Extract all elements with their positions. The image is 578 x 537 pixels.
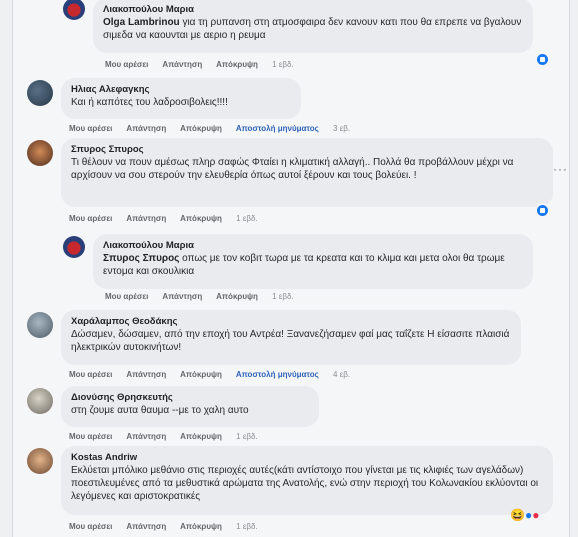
avatar[interactable] xyxy=(27,388,53,414)
avatar[interactable] xyxy=(63,0,85,20)
comment-actions: Μου αρέσει Απάντηση Απόκρυψη 1 εβδ. xyxy=(105,60,306,69)
comment-author[interactable]: Σπυρος Σπυρος xyxy=(71,143,543,156)
send-message-link[interactable]: Αποστολή μηνύματος xyxy=(236,370,319,379)
avatar[interactable] xyxy=(27,448,53,474)
comment-text: Δώσαμεν, δώσαμεν, από την εποχή του Αντρ… xyxy=(71,329,510,353)
timestamp[interactable]: 1 εβδ. xyxy=(236,432,258,441)
avatar[interactable] xyxy=(63,236,85,258)
comment-bubble: Σπυρος Σπυρος Τι θέλουν να πουν αμέσως π… xyxy=(61,138,553,207)
comment-bubble: Kostas Andriw Εκλύεται μπόλικο μεθάνιο σ… xyxy=(61,446,553,515)
reply-button[interactable]: Απάντηση xyxy=(126,214,166,223)
comment-bubble: Χαράλαμπος Θεοδάκης Δώσαμεν, δώσαμεν, απ… xyxy=(61,310,521,365)
like-button[interactable]: Μου αρέσει xyxy=(69,214,112,223)
reactions-summary[interactable]: 😆●● xyxy=(510,508,539,522)
reply-button[interactable]: Απάντηση xyxy=(126,370,166,379)
mention-link[interactable]: Σπυρος Σπυρος xyxy=(103,253,182,264)
like-button[interactable]: Μου αρέσει xyxy=(69,370,112,379)
comment-text: Εκλύεται μπόλικο μεθάνιο στις περιοχές α… xyxy=(71,465,539,502)
timestamp[interactable]: 1 εβδ. xyxy=(272,292,294,301)
reaction-icon[interactable] xyxy=(535,52,550,67)
hide-button[interactable]: Απόκρυψη xyxy=(216,292,258,301)
laugh-reaction-icon: 😆 xyxy=(510,508,525,522)
mention-link[interactable]: Olga Lambrinou xyxy=(103,17,182,28)
like-button[interactable]: Μου αρέσει xyxy=(105,60,148,69)
comment-actions: Μου αρέσει Απάντηση Απόκρυψη 1 εβδ. xyxy=(105,292,306,301)
comment-text: Τι θέλουν να πουν αμέσως πληρ σαφώς Φταί… xyxy=(71,157,514,181)
love-reaction-icon: ● xyxy=(532,508,540,522)
comment-actions: Μου αρέσει Απάντηση Απόκρυψη 1 εβδ. xyxy=(69,432,270,441)
comment-author[interactable]: Kostas Andriw xyxy=(71,451,543,464)
comment-bubble: Ηλιας Αλεφαγκης Και ή καπότες του λαδροσ… xyxy=(61,78,301,119)
hide-button[interactable]: Απόκρυψη xyxy=(180,370,222,379)
like-button[interactable]: Μου αρέσει xyxy=(69,124,112,133)
timestamp[interactable]: 4 εβ. xyxy=(333,370,350,379)
reply-button[interactable]: Απάντηση xyxy=(162,60,202,69)
comment-text: στη ζουμε αυτα θαυμα --με το χαλη αυτο xyxy=(71,405,249,416)
comment-author[interactable]: Λιακοπούλου Μαρια xyxy=(103,3,523,16)
comment-author[interactable]: Διονύσης Θρησκευτής xyxy=(71,391,309,404)
comment-actions: Μου αρέσει Απάντηση Απόκρυψη Αποστολή μη… xyxy=(69,370,362,379)
comment-bubble: Λιακοπούλου Μαρια Σπυρος Σπυρος οπως με … xyxy=(93,234,533,289)
more-options-icon[interactable]: ··· xyxy=(553,162,568,176)
timestamp[interactable]: 1 εβδ. xyxy=(236,522,258,531)
hide-button[interactable]: Απόκρυψη xyxy=(216,60,258,69)
timestamp[interactable]: 1 εβδ. xyxy=(272,60,294,69)
reply-button[interactable]: Απάντηση xyxy=(162,292,202,301)
comment-bubble: Λιακοπούλου Μαρια Olga Lambrinou για τη … xyxy=(93,0,533,53)
comment-text: Και ή καπότες του λαδροσιβολεις!!!! xyxy=(71,97,228,108)
hide-button[interactable]: Απόκρυψη xyxy=(180,432,222,441)
hide-button[interactable]: Απόκρυψη xyxy=(180,214,222,223)
avatar[interactable] xyxy=(27,140,53,166)
send-message-link[interactable]: Αποστολή μηνύματος xyxy=(236,124,319,133)
timestamp[interactable]: 3 εβ. xyxy=(333,124,350,133)
reply-button[interactable]: Απάντηση xyxy=(126,432,166,441)
like-button[interactable]: Μου αρέσει xyxy=(105,292,148,301)
comment-actions: Μου αρέσει Απάντηση Απόκρυψη 1 εβδ. xyxy=(69,214,270,223)
reply-button[interactable]: Απάντηση xyxy=(126,124,166,133)
comment-bubble: Διονύσης Θρησκευτής στη ζουμε αυτα θαυμα… xyxy=(61,386,319,427)
comment-actions: Μου αρέσει Απάντηση Απόκρυψη Αποστολή μη… xyxy=(69,124,362,133)
comments-panel: Λιακοπούλου Μαρια Olga Lambrinou για τη … xyxy=(12,0,570,537)
comment-actions: Μου αρέσει Απάντηση Απόκρυψη 1 εβδ. xyxy=(69,522,270,531)
avatar[interactable] xyxy=(27,312,53,338)
avatar[interactable] xyxy=(27,80,53,106)
like-button[interactable]: Μου αρέσει xyxy=(69,432,112,441)
reaction-icon[interactable] xyxy=(535,203,550,218)
reply-button[interactable]: Απάντηση xyxy=(126,522,166,531)
like-button[interactable]: Μου αρέσει xyxy=(69,522,112,531)
hide-button[interactable]: Απόκρυψη xyxy=(180,124,222,133)
comment-author[interactable]: Χαράλαμπος Θεοδάκης xyxy=(71,315,511,328)
comment-author[interactable]: Ηλιας Αλεφαγκης xyxy=(71,83,291,96)
comment-author[interactable]: Λιακοπούλου Μαρια xyxy=(103,239,523,252)
hide-button[interactable]: Απόκρυψη xyxy=(180,522,222,531)
timestamp[interactable]: 1 εβδ. xyxy=(236,214,258,223)
